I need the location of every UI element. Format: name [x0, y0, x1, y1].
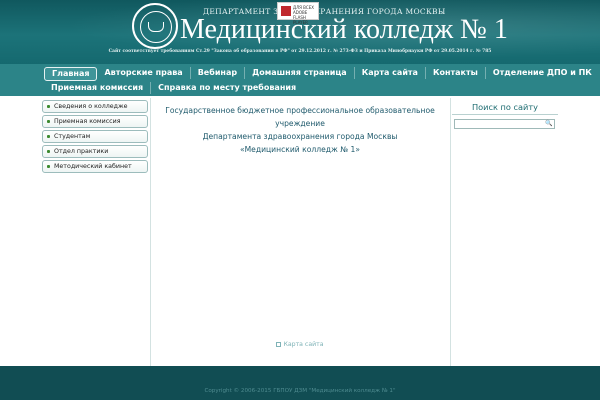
nav-item-home[interactable]: Главная	[44, 67, 98, 81]
nav-item-certificate[interactable]: Справка по месту требования	[151, 82, 303, 94]
nav-item-copyright[interactable]: Авторские права	[97, 67, 191, 79]
college-logo-icon	[132, 3, 178, 49]
nav-item-admissions[interactable]: Приемная комиссия	[44, 82, 152, 94]
bullet-icon	[47, 150, 50, 153]
law-notice: Сайт соответствует требованиям Ст.29 "За…	[108, 49, 492, 54]
institution-line: Департамента здравоохранения города Моск…	[202, 132, 398, 141]
search-heading: Поиск по сайту	[452, 100, 558, 115]
site-header: ДЕПАРТАМЕНТ ЗДРАВООХРАНЕНИЯ ГОРОДА МОСКВ…	[0, 0, 600, 64]
sidebar-item-methodical[interactable]: Методический кабинет	[42, 160, 148, 173]
nav-item-sitemap[interactable]: Карта сайта	[355, 67, 426, 79]
main-navigation: Главная Авторские права Вебинар Домашняя…	[0, 64, 600, 96]
logo-book	[148, 22, 164, 32]
nav-row-1: Главная Авторские права Вебинар Домашняя…	[44, 66, 599, 81]
search-box: 🔍	[454, 119, 555, 129]
site-title: Медицинский колледж № 1	[180, 14, 508, 45]
nav-item-dpo[interactable]: Отделение ДПО и ПК	[486, 67, 599, 79]
sidebar-menu: Сведения о колледже Приемная комиссия Ст…	[42, 100, 148, 175]
main-content: Государственное бюджетное профессиональн…	[152, 104, 448, 156]
footer-sitemap-link[interactable]: Карта сайта	[0, 341, 600, 348]
search-icon[interactable]: 🔍	[545, 120, 553, 128]
bullet-icon	[47, 135, 50, 138]
footer-sitemap-label: Карта сайта	[283, 341, 324, 348]
sidebar-item-students[interactable]: Студентам	[42, 130, 148, 143]
sidebar-item-practice[interactable]: Отдел практики	[42, 145, 148, 158]
nav-item-contacts[interactable]: Контакты	[426, 67, 486, 79]
institution-line: «Медицинский колледж № 1»	[239, 145, 361, 154]
bullet-icon	[47, 165, 50, 168]
search-input[interactable]	[455, 120, 545, 128]
sidebar-item-label: Отдел практики	[54, 148, 109, 155]
bullet-icon	[47, 120, 50, 123]
sidebar-item-label: Приемная комиссия	[54, 118, 121, 125]
nav-item-webinar[interactable]: Вебинар	[191, 67, 246, 79]
institution-line: Государственное бюджетное профессиональн…	[165, 106, 435, 128]
column-divider	[450, 98, 451, 366]
sidebar-item-label: Методический кабинет	[54, 163, 132, 170]
sitemap-icon	[276, 342, 282, 347]
nav-row-2: Приемная комиссия Справка по месту требо…	[44, 81, 303, 95]
bullet-icon	[47, 105, 50, 108]
sidebar-item-admissions[interactable]: Приемная комиссия	[42, 115, 148, 128]
sidebar-item-label: Сведения о колледже	[54, 103, 128, 110]
sidebar-item-about[interactable]: Сведения о колледже	[42, 100, 148, 113]
sidebar-item-label: Студентам	[54, 133, 91, 140]
site-footer	[0, 366, 600, 400]
column-divider	[150, 98, 151, 366]
copyright-text: Copyright © 2006-2015 ГБПОУ ДЗМ "Медицин…	[204, 388, 396, 394]
nav-item-homepage[interactable]: Домашняя страница	[245, 67, 355, 79]
